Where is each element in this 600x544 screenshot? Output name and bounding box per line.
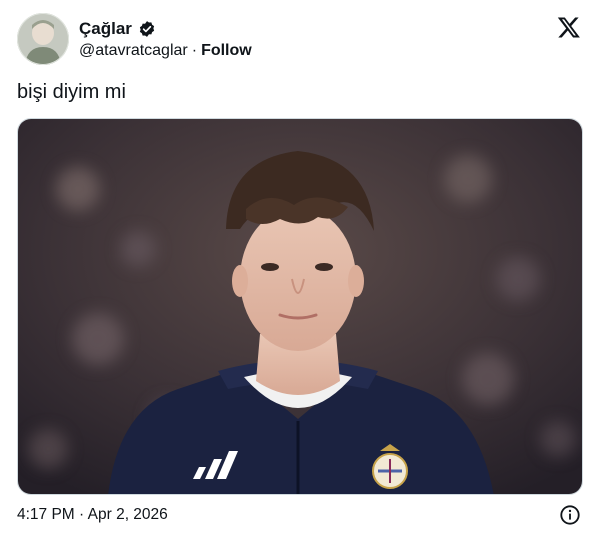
verified-badge-icon	[138, 20, 156, 38]
handle-row: @atavratcaglar · Follow	[79, 41, 252, 61]
follow-button[interactable]: Follow	[201, 42, 252, 59]
separator-dot: ·	[191, 42, 198, 59]
author-name-row: Çağlar	[79, 19, 156, 39]
tweet-footer: 4:17 PM · Apr 2, 2026	[17, 503, 583, 527]
info-icon[interactable]	[559, 504, 581, 526]
avatar[interactable]	[17, 13, 69, 65]
tweet-text: bişi diyim mi	[17, 81, 126, 103]
display-name[interactable]: Çağlar	[79, 19, 132, 39]
tweet-photo[interactable]	[17, 118, 583, 495]
timestamp[interactable]: 4:17 PM · Apr 2, 2026	[17, 505, 168, 525]
author-handle[interactable]: @atavratcaglar	[79, 42, 188, 59]
x-logo-icon[interactable]	[557, 15, 581, 39]
tweet-header: Çağlar @atavratcaglar · Follow	[17, 13, 583, 65]
